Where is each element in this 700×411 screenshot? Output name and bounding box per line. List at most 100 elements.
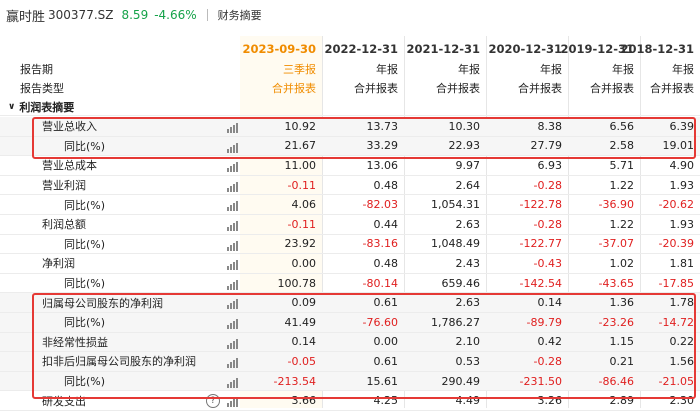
- value-cell: 4.25: [373, 394, 399, 408]
- value-cell: -213.54: [273, 374, 316, 388]
- value-cell: 13.06: [366, 158, 399, 172]
- value-cell: 11.00: [284, 158, 317, 172]
- value-cell: 10.30: [448, 119, 481, 133]
- bar-chart-icon[interactable]: [227, 260, 238, 271]
- bar-chart-icon[interactable]: [227, 279, 238, 290]
- value-cell: 0.00: [291, 256, 317, 270]
- value-cell: 1.93: [669, 217, 695, 231]
- report-type: 合并报表: [436, 82, 480, 95]
- table-row[interactable]: 同比(%) 41.49 -76.60 1,786.27 -89.79 -23.26 -14.…: [0, 313, 700, 333]
- value-cell: 0.44: [373, 217, 399, 231]
- row-label: 营业总成本: [42, 159, 97, 173]
- section-tab-financial-summary[interactable]: 财务摘要: [218, 7, 262, 23]
- row-label: 同比(%): [64, 237, 106, 251]
- table-row[interactable]: 扣非后归属母公司股东的净利润 -0.05 0.61 0.53 -0.28 0.21 1.56: [0, 352, 700, 372]
- bar-chart-icon[interactable]: [227, 221, 238, 231]
- value-cell: 2.43: [455, 256, 481, 270]
- bar-chart-icon[interactable]: [227, 123, 238, 133]
- value-cell: 0.48: [373, 256, 399, 270]
- value-cell: 4.49: [455, 394, 481, 408]
- value-cell: 1.78: [669, 296, 695, 310]
- period-date: 2018-12-31: [620, 42, 694, 56]
- value-cell: -231.50: [519, 374, 562, 388]
- bar-chart-icon[interactable]: [227, 397, 238, 408]
- table-row[interactable]: 研发支出? 3.66 4.25 4.49 3.26 2.89 2.30: [0, 391, 700, 411]
- table-row[interactable]: 营业总成本 11.00 13.06 9.97 6.93 5.71 4.90: [0, 156, 700, 176]
- value-cell: 0.53: [455, 354, 481, 368]
- value-cell: 2.10: [455, 335, 481, 349]
- period-date: 2020-12-31: [488, 42, 562, 56]
- section-title: 利润表摘要: [19, 100, 75, 114]
- report-type: 合并报表: [650, 82, 694, 95]
- table-row[interactable]: 同比(%) 4.06 -82.03 1,054.31 -122.78 -36.90 -20.…: [0, 195, 700, 215]
- table-row[interactable]: 同比(%) 100.78 -80.14 659.46 -142.54 -43.65 -17.…: [0, 274, 700, 294]
- bar-chart-icon[interactable]: [227, 358, 238, 369]
- value-cell: -86.46: [598, 374, 634, 388]
- section-toggle[interactable]: ∨ 利润表摘要: [8, 98, 74, 115]
- bar-chart-icon[interactable]: [227, 299, 238, 310]
- value-cell: 6.93: [537, 158, 563, 172]
- value-cell: 6.56: [609, 119, 635, 133]
- bar-chart-icon[interactable]: [227, 240, 238, 251]
- value-cell: -43.65: [598, 276, 634, 290]
- row-label: 同比(%): [64, 198, 106, 212]
- table-row[interactable]: 净利润 0.00 0.48 2.43 -0.43 1.02 1.81: [0, 254, 700, 274]
- header-dates-row: 2023-09-30 2022-12-31 2021-12-31 2020-12-31…: [0, 40, 700, 58]
- row-label: 同比(%): [64, 139, 106, 153]
- header-report-type-row: 报告类型 合并报表 合并报表 合并报表 合并报表 合并报表 合并报表: [0, 79, 700, 97]
- bar-chart-icon[interactable]: [227, 201, 238, 212]
- value-cell: 0.61: [373, 354, 399, 368]
- bar-chart-icon[interactable]: [227, 377, 238, 388]
- help-icon[interactable]: ?: [206, 394, 220, 409]
- value-cell: -89.79: [526, 315, 562, 329]
- value-cell: -0.28: [533, 178, 562, 192]
- value-cell: 3.26: [537, 394, 563, 408]
- period-type: 年报: [376, 63, 398, 76]
- value-cell: -21.05: [658, 374, 694, 388]
- value-cell: 100.78: [277, 276, 317, 290]
- period-type: 年报: [458, 63, 480, 76]
- value-cell: 21.67: [284, 139, 317, 153]
- value-cell: 8.38: [537, 119, 563, 133]
- table-row[interactable]: 同比(%) 23.92 -83.16 1,048.49 -122.77 -37.07 -20…: [0, 235, 700, 255]
- table-row[interactable]: 利润总额 -0.11 0.44 2.63 -0.28 1.22 1.93: [0, 215, 700, 235]
- value-cell: 1,048.49: [431, 237, 480, 251]
- value-cell: -80.14: [362, 276, 398, 290]
- value-cell: 19.01: [662, 139, 695, 153]
- row-label: 同比(%): [64, 316, 106, 330]
- table-row[interactable]: 归属母公司股东的净利润 0.09 0.61 2.63 0.14 1.36 1.78: [0, 293, 700, 313]
- table-row[interactable]: 同比(%) -213.54 15.61 290.49 -231.50 -86.46 -21.…: [0, 371, 700, 392]
- stock-change: -4.66%: [154, 8, 197, 22]
- table-row[interactable]: 非经常性损益 0.14 0.00 2.10 0.42 1.15 0.22: [0, 332, 700, 353]
- table-row[interactable]: 同比(%) 21.67 33.29 22.93 27.79 2.58 19.01: [0, 136, 700, 157]
- value-cell: 1.56: [669, 354, 695, 368]
- value-cell: 2.89: [609, 394, 635, 408]
- value-cell: 0.42: [537, 335, 563, 349]
- table-row[interactable]: 营业利润 -0.11 0.48 2.64 -0.28 1.22 1.93: [0, 176, 700, 196]
- value-cell: -0.11: [287, 217, 316, 231]
- period-type: 三季报: [283, 63, 316, 76]
- header-period-row: 报告期 三季报 年报 年报 年报 年报 年报: [0, 60, 700, 78]
- row-label: 营业利润: [42, 179, 86, 193]
- value-cell: 0.22: [669, 335, 695, 349]
- stock-name[interactable]: 赢时胜: [6, 6, 45, 25]
- divider: [206, 9, 208, 21]
- value-cell: 1.02: [609, 256, 635, 270]
- value-cell: 290.49: [441, 374, 481, 388]
- value-cell: -0.43: [533, 256, 562, 270]
- value-cell: 10.92: [284, 119, 317, 133]
- bar-chart-icon[interactable]: [227, 162, 238, 173]
- period-date: 2022-12-31: [324, 42, 398, 56]
- table-row[interactable]: 营业总收入 10.92 13.73 10.30 8.38 6.56 6.39: [0, 117, 700, 137]
- bar-chart-icon[interactable]: [227, 142, 238, 153]
- section-row[interactable]: ∨ 利润表摘要: [0, 98, 700, 116]
- bar-chart-icon[interactable]: [227, 319, 238, 329]
- value-cell: 2.64: [455, 178, 481, 192]
- bar-chart-icon[interactable]: [227, 181, 238, 192]
- value-cell: 2.30: [669, 394, 695, 408]
- value-cell: -0.28: [533, 217, 562, 231]
- bar-chart-icon[interactable]: [227, 338, 238, 349]
- value-cell: -14.72: [658, 315, 694, 329]
- period-date: 2021-12-31: [406, 42, 480, 56]
- value-cell: 1.22: [609, 217, 635, 231]
